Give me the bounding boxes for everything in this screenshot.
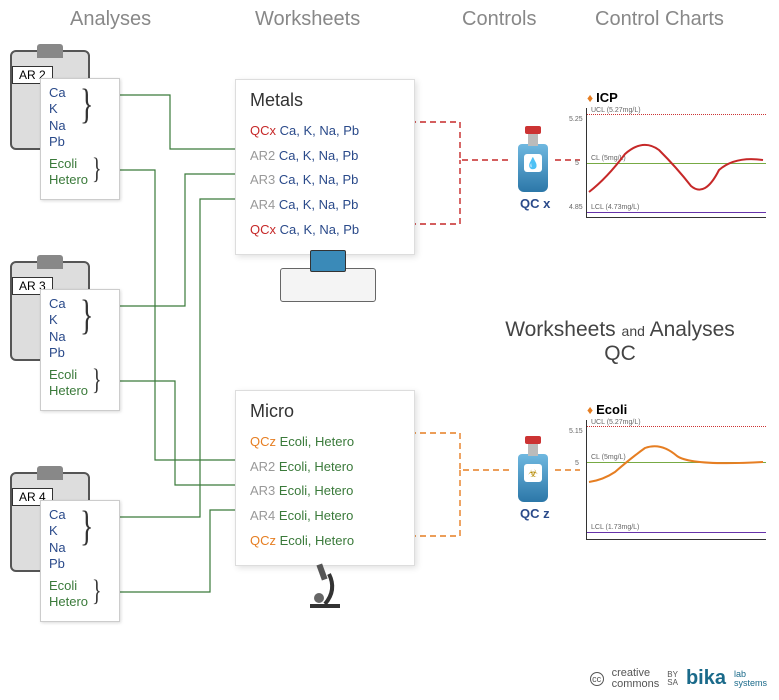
bottle-qcz-icon: ☣ xyxy=(518,436,548,502)
footer: cc creativecommons BYSA bika labsystems xyxy=(590,667,767,690)
qc-label: QC x xyxy=(520,196,550,211)
cc-bysa: BYSA xyxy=(667,671,678,687)
row-values: Ecoli, Hetero xyxy=(280,434,354,449)
header-controls: Controls xyxy=(462,8,536,31)
header-analyses: Analyses xyxy=(70,8,151,31)
row-values: Ca, K, Na, Pb xyxy=(280,123,359,138)
row-values: Ecoli, Hetero xyxy=(280,533,354,548)
row-values: Ca, K, Na, Pb xyxy=(279,148,358,163)
row-label: AR4 xyxy=(250,508,275,523)
biohazard-icon: ☣ xyxy=(524,464,542,482)
droplet-icon: 💧 xyxy=(524,154,542,172)
row-label: QCz xyxy=(250,434,276,449)
header-worksheets: Worksheets xyxy=(255,8,360,31)
chart-ecoli: ♦Ecoli UCL (5.27mg/L) CL (5mg/L) LCL (1.… xyxy=(586,420,766,540)
title-part: Worksheets xyxy=(505,318,616,341)
chart-icp: ♦ICP UCL (5.27mg/L) CL (5mg/L) LCL (4.73… xyxy=(586,108,766,218)
title-part: QC xyxy=(604,342,636,365)
flame-icon: ♦ xyxy=(587,91,593,105)
y-tick: 4.85 xyxy=(569,204,583,211)
worksheet-title: Metals xyxy=(250,90,400,111)
qc-label: QC z xyxy=(520,506,550,521)
row-label: AR3 xyxy=(250,483,275,498)
instrument-icon xyxy=(280,250,376,302)
brand-text: labsystems xyxy=(734,670,767,688)
y-tick: 5 xyxy=(575,460,579,467)
worksheet-metals: Metals QCx Ca, K, Na, Pb AR2 Ca, K, Na, … xyxy=(235,79,415,255)
brace-icon: } xyxy=(92,363,102,398)
micro-analyte: Hetero xyxy=(49,172,113,188)
micro-analyte: Ecoli xyxy=(49,367,113,383)
brace-icon: } xyxy=(92,574,102,609)
y-tick: 5.15 xyxy=(569,428,583,435)
cc-text: creativecommons xyxy=(612,668,660,690)
title-part: Analyses xyxy=(650,318,735,341)
flame-icon: ♦ xyxy=(587,403,593,417)
brace-icon: } xyxy=(80,504,93,552)
brand-logo: bika xyxy=(686,667,726,690)
cc-icon: cc xyxy=(590,672,604,686)
analyte: Pb xyxy=(49,556,113,572)
brace-icon: } xyxy=(80,82,93,130)
row-label: AR2 xyxy=(250,148,275,163)
worksheet-title: Micro xyxy=(250,401,400,422)
row-values: Ecoli, Hetero xyxy=(279,508,353,523)
brace-icon: } xyxy=(92,152,102,187)
analyte: Pb xyxy=(49,345,113,361)
row-label: QCx xyxy=(250,123,276,138)
micro-analyte: Hetero xyxy=(49,383,113,399)
row-values: Ca, K, Na, Pb xyxy=(279,172,358,187)
y-tick: 5 xyxy=(575,160,579,167)
brace-icon: } xyxy=(80,293,93,341)
chart-title: ♦Ecoli xyxy=(587,402,627,417)
diagram-title: Worksheets and Analyses QC xyxy=(480,318,760,366)
row-label: AR2 xyxy=(250,459,275,474)
micro-analyte: Ecoli xyxy=(49,156,113,172)
header-control-charts: Control Charts xyxy=(595,8,724,31)
microscope-icon xyxy=(305,560,345,610)
row-values: Ca, K, Na, Pb xyxy=(280,222,359,237)
analyte: Pb xyxy=(49,134,113,150)
row-label: QCz xyxy=(250,533,276,548)
title-part: and xyxy=(622,323,645,339)
row-label: QCx xyxy=(250,222,276,237)
y-tick: 5.25 xyxy=(569,116,583,123)
worksheet-micro: Micro QCz Ecoli, Hetero AR2 Ecoli, Heter… xyxy=(235,390,415,566)
row-values: Ecoli, Hetero xyxy=(279,459,353,474)
row-values: Ecoli, Hetero xyxy=(279,483,353,498)
row-values: Ca, K, Na, Pb xyxy=(279,197,358,212)
micro-analyte: Ecoli xyxy=(49,578,113,594)
chart-title: ♦ICP xyxy=(587,90,618,105)
row-label: AR3 xyxy=(250,172,275,187)
bottle-qcx-icon: 💧 xyxy=(518,126,548,192)
micro-analyte: Hetero xyxy=(49,594,113,610)
row-label: AR4 xyxy=(250,197,275,212)
